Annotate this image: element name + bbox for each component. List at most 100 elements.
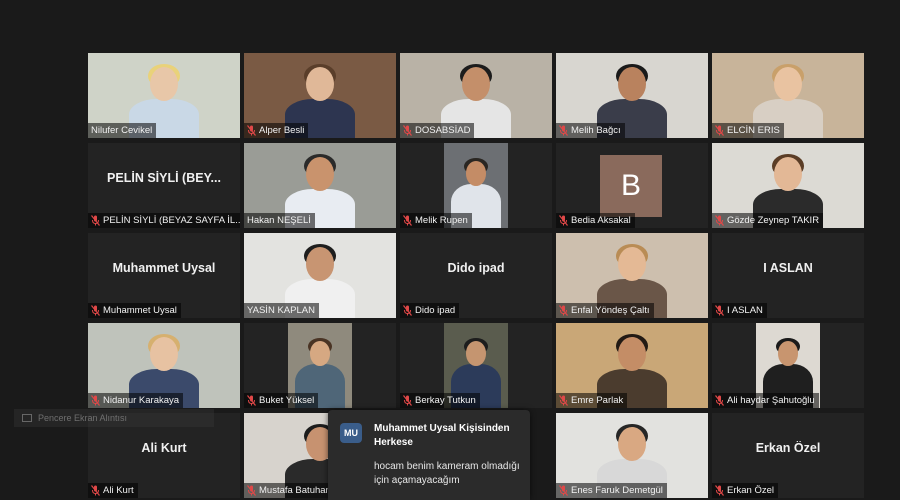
participant-name-label: Muhammet Uysal	[88, 303, 181, 318]
participant-display-name: I ASLAN	[763, 261, 813, 275]
participant-name-label: Bedia Aksakal	[556, 213, 635, 228]
mic-muted-icon	[91, 395, 100, 406]
participant-name-label: Nilufer Cevikel	[88, 123, 157, 138]
window-icon	[22, 414, 32, 422]
participant-tile[interactable]: Enes Faruk Demetgül	[556, 413, 708, 498]
participant-name: DOSABSİAD	[415, 125, 471, 136]
participant-tile[interactable]: Enfal Yöndeş Çaltı	[556, 233, 708, 318]
mic-muted-icon	[715, 395, 724, 406]
participant-name: Mustafa Batuhan	[259, 485, 331, 496]
participant-tile[interactable]: YASİN KAPLAN	[244, 233, 396, 318]
mic-muted-icon	[91, 215, 100, 226]
participant-name-label: Berkay Tutkun	[400, 393, 480, 408]
mic-muted-icon	[559, 125, 568, 136]
participant-name: Ali Kurt	[103, 485, 134, 496]
mic-muted-icon	[91, 485, 100, 496]
mic-muted-icon	[715, 215, 724, 226]
participant-name: Muhammet Uysal	[103, 305, 177, 316]
participant-name-label: Buket Yüksel	[244, 393, 319, 408]
participant-name: YASİN KAPLAN	[247, 305, 315, 316]
participant-tile[interactable]: Ali haydar Şahutoğlu	[712, 323, 864, 408]
participant-tile[interactable]: Hakan NEŞELİ	[244, 143, 396, 228]
mic-muted-icon	[715, 125, 724, 136]
participant-name: Berkay Tutkun	[415, 395, 476, 406]
participant-name-label: PELİN SİYLİ (BEYAZ SAYFA İL...	[88, 213, 240, 228]
mic-muted-icon	[247, 485, 256, 496]
participant-name-label: Mustafa Batuhan	[244, 483, 335, 498]
participant-tile[interactable]: Melik Rupen	[400, 143, 552, 228]
participant-tile[interactable]: ELCİN ERIS	[712, 53, 864, 138]
mic-muted-icon	[559, 215, 568, 226]
participant-name-label: YASİN KAPLAN	[244, 303, 319, 318]
participant-tile[interactable]: Alper Besli	[244, 53, 396, 138]
participant-tile[interactable]: PELİN SİYLİ (BEY... PELİN SİYLİ (BEYAZ SA…	[88, 143, 240, 228]
chat-message: hocam benim kameram olmadığı için açamay…	[374, 461, 520, 486]
mic-muted-icon	[559, 485, 568, 496]
participant-name-label: Melih Bağcı	[556, 123, 625, 138]
participant-name-label: ELCİN ERIS	[712, 123, 784, 138]
participant-name-label: Nidanur Karakaya	[88, 393, 184, 408]
participant-tile[interactable]: Melih Bağcı	[556, 53, 708, 138]
participant-name: PELİN SİYLİ (BEYAZ SAYFA İL...	[103, 215, 240, 226]
mic-muted-icon	[715, 485, 724, 496]
participant-tile[interactable]: Nidanur Karakaya	[88, 323, 240, 408]
participant-name-label: Erkan Özel	[712, 483, 778, 498]
participant-display-name: Dido ipad	[447, 261, 505, 275]
participant-name: Melih Bağcı	[571, 125, 621, 136]
participant-name-label: DOSABSİAD	[400, 123, 475, 138]
participant-name: Bedia Aksakal	[571, 215, 631, 226]
participant-tile[interactable]: Muhammet Uysal Muhammet Uysal	[88, 233, 240, 318]
participant-name-label: Enes Faruk Demetgül	[556, 483, 667, 498]
participant-display-name: Muhammet Uysal	[112, 261, 216, 275]
mic-muted-icon	[559, 395, 568, 406]
participant-name: Enfal Yöndeş Çaltı	[571, 305, 650, 316]
participant-name: Dido ipad	[415, 305, 456, 316]
mic-muted-icon	[403, 395, 412, 406]
participant-name-label: Dido ipad	[400, 303, 460, 318]
participant-name: Gözde Zeynep TAKIR	[727, 215, 820, 226]
participant-name: Enes Faruk Demetgül	[571, 485, 663, 496]
participant-tile[interactable]: Erkan Özel Erkan Özel	[712, 413, 864, 498]
participant-tile[interactable]: Dido ipad Dido ipad	[400, 233, 552, 318]
participant-tile[interactable]: Emre Parlak	[556, 323, 708, 408]
participant-display-name: PELİN SİYLİ (BEY...	[107, 171, 221, 185]
mic-muted-icon	[247, 395, 256, 406]
participant-tile[interactable]: Gözde Zeynep TAKIR	[712, 143, 864, 228]
participant-name: Ali haydar Şahutoğlu	[727, 395, 815, 406]
mic-muted-icon	[403, 215, 412, 226]
participant-tile[interactable]: Buket Yüksel	[244, 323, 396, 408]
participant-name-label: Ali haydar Şahutoğlu	[712, 393, 819, 408]
mic-muted-icon	[403, 125, 412, 136]
participant-name-label: Alper Besli	[244, 123, 309, 138]
participant-display-name: Ali Kurt	[141, 441, 187, 455]
participant-name: Nilufer Cevikel	[91, 125, 153, 136]
mic-muted-icon	[91, 305, 100, 316]
participant-name-label: Melik Rupen	[400, 213, 472, 228]
participant-tile[interactable]: B Bedia Aksakal	[556, 143, 708, 228]
chat-popup[interactable]: MU Muhammet Uysal Kişisinden Herkese hoc…	[328, 410, 530, 500]
snipping-tool-label: Pencere Ekran Alıntısı	[38, 413, 128, 423]
participant-name-label: Emre Parlak	[556, 393, 628, 408]
participant-name-label: Hakan NEŞELİ	[244, 213, 315, 228]
participant-tile[interactable]: Berkay Tutkun	[400, 323, 552, 408]
participant-name: Nidanur Karakaya	[103, 395, 180, 406]
snipping-tool-window: Pencere Ekran Alıntısı	[14, 409, 214, 427]
mic-muted-icon	[403, 305, 412, 316]
participant-name-label: Enfal Yöndeş Çaltı	[556, 303, 654, 318]
participant-tile[interactable]: Nilufer Cevikel	[88, 53, 240, 138]
participant-name: I ASLAN	[727, 305, 763, 316]
participant-name: Hakan NEŞELİ	[247, 215, 311, 226]
participant-name-label: I ASLAN	[712, 303, 767, 318]
chat-sender: Muhammet Uysal Kişisinden Herkese	[374, 423, 510, 448]
participant-name: Melik Rupen	[415, 215, 468, 226]
sender-avatar: MU	[340, 423, 362, 443]
participant-name: Alper Besli	[259, 125, 305, 136]
participant-name: Emre Parlak	[571, 395, 624, 406]
participant-name-label: Ali Kurt	[88, 483, 138, 498]
participant-name: ELCİN ERIS	[727, 125, 780, 136]
participant-tile[interactable]: DOSABSİAD	[400, 53, 552, 138]
mic-muted-icon	[247, 125, 256, 136]
participant-avatar: B	[600, 155, 662, 217]
participant-tile[interactable]: I ASLAN I ASLAN	[712, 233, 864, 318]
participant-name-label: Gözde Zeynep TAKIR	[712, 213, 824, 228]
